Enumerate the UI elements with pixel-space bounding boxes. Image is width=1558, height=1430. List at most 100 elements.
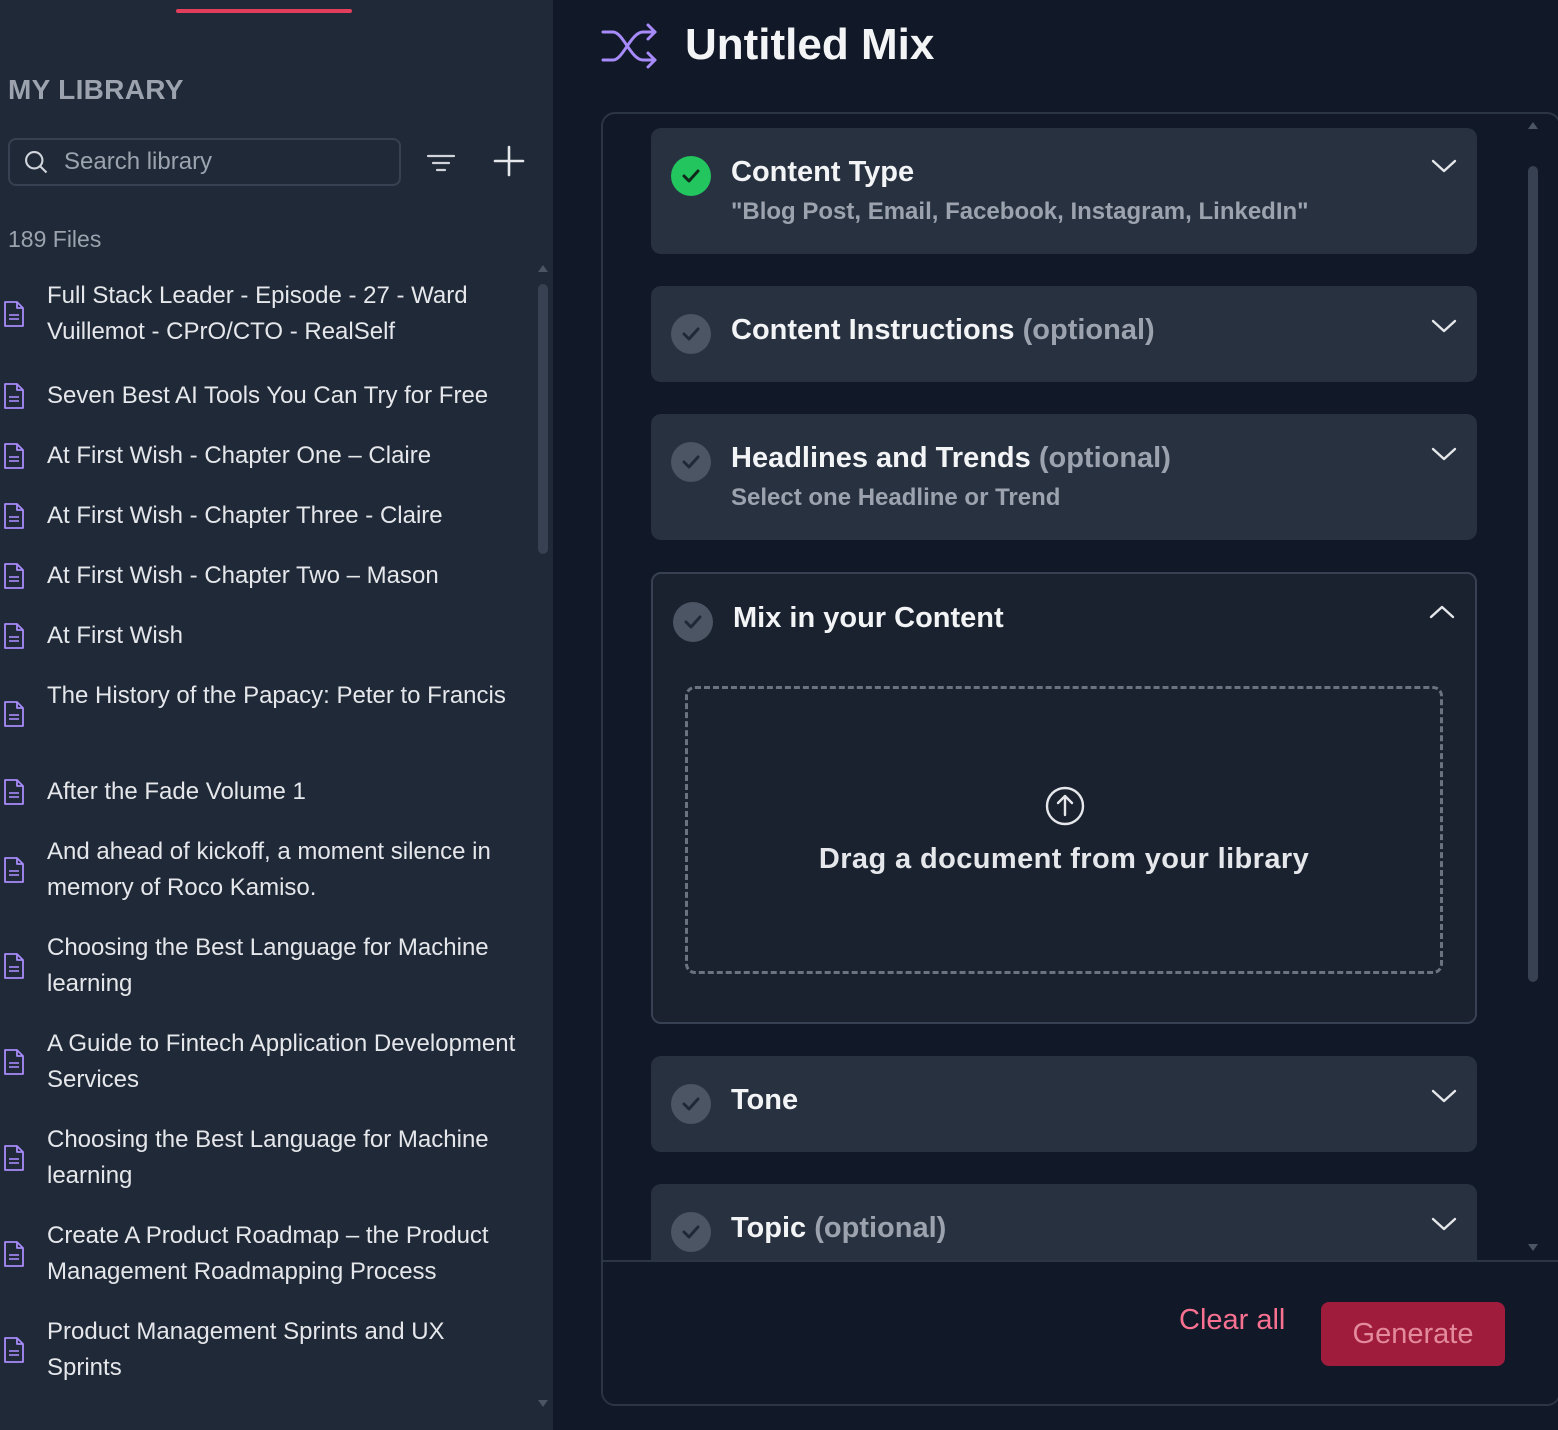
file-count: 189 Files <box>8 226 102 252</box>
file-list-item[interactable]: Create A Product Roadmap – the Product M… <box>0 1218 520 1290</box>
file-list-item[interactable]: At First Wish - Chapter One – Claire <box>0 438 520 474</box>
document-icon <box>4 443 24 469</box>
section-subtitle: Select one Headline or Trend <box>731 484 1061 511</box>
section-title: Mix in your Content <box>733 602 1004 634</box>
pending-check-icon <box>671 314 711 354</box>
chevron-down-icon[interactable] <box>1431 1088 1457 1104</box>
file-name: At First Wish - Chapter One – Claire <box>47 442 432 469</box>
document-icon <box>4 563 24 589</box>
file-name: Product Management Sprints and UX Sprint… <box>47 1318 445 1381</box>
search-box[interactable] <box>8 138 401 186</box>
plus-icon <box>493 145 525 177</box>
document-icon <box>4 953 24 979</box>
add-file-button[interactable] <box>490 142 528 180</box>
section-title: Topic (optional) <box>731 1212 946 1245</box>
file-list-item[interactable]: At First Wish - Chapter Two – Mason <box>0 558 520 594</box>
section-headlines-trends[interactable]: Headlines and Trends (optional) Select o… <box>651 414 1477 540</box>
panel-scroll-up-arrow[interactable] <box>1528 122 1538 129</box>
active-tab-indicator <box>176 9 352 13</box>
chevron-up-icon[interactable] <box>1429 604 1455 620</box>
file-list-item[interactable]: At First Wish <box>0 618 520 654</box>
file-name: After the Fade Volume 1 <box>47 778 306 805</box>
file-name: At First Wish - Chapter Two – Mason <box>47 562 439 589</box>
filter-icon <box>426 154 456 172</box>
file-name: Choosing the Best Language for Machine l… <box>47 1126 489 1189</box>
file-list-item[interactable]: The History of the Papacy: Peter to Fran… <box>0 678 520 750</box>
optional-label: (optional) <box>814 1212 947 1244</box>
file-name: Create A Product Roadmap – the Product M… <box>47 1222 489 1285</box>
file-name: Choosing the Best Language for Machine l… <box>47 934 489 997</box>
section-title-text: Topic <box>731 1212 807 1244</box>
search-input[interactable] <box>64 148 364 176</box>
section-title-text: Content Instructions <box>731 314 1015 346</box>
document-icon <box>4 503 24 529</box>
file-list-item[interactable]: Choosing the Best Language for Machine l… <box>0 930 520 1002</box>
optional-label: (optional) <box>1038 442 1171 474</box>
chevron-down-icon[interactable] <box>1431 318 1457 334</box>
mix-title[interactable]: Untitled Mix <box>685 20 934 70</box>
mix-editor: Untitled Mix Content Type "Blog Post, Em… <box>553 0 1558 1430</box>
pending-check-icon <box>671 442 711 482</box>
search-icon <box>25 151 48 174</box>
file-list-item[interactable]: Choosing the Best Language for Machine l… <box>0 1122 520 1194</box>
clear-all-button[interactable]: Clear all <box>1179 1304 1285 1337</box>
chevron-down-icon[interactable] <box>1431 1216 1457 1232</box>
chevron-down-icon[interactable] <box>1431 446 1457 462</box>
document-dropzone[interactable]: Drag a document from your library <box>685 686 1443 974</box>
document-icon <box>4 383 24 409</box>
document-icon <box>4 1049 24 1075</box>
sidebar-scrollbar-thumb[interactable] <box>538 284 548 554</box>
pending-check-icon <box>671 1084 711 1124</box>
file-name: Full Stack Leader - Episode - 27 - Ward … <box>47 282 468 345</box>
section-title: Headlines and Trends (optional) <box>731 442 1171 475</box>
optional-label: (optional) <box>1022 314 1155 346</box>
document-icon <box>4 301 24 327</box>
chevron-down-icon[interactable] <box>1431 158 1457 174</box>
section-title: Content Type <box>731 156 915 188</box>
section-title: Content Instructions (optional) <box>731 314 1155 347</box>
file-name: The History of the Papacy: Peter to Fran… <box>47 682 506 709</box>
document-icon <box>4 1337 24 1363</box>
file-list-item[interactable]: And ahead of kickoff, a moment silence i… <box>0 834 520 906</box>
section-tone[interactable]: Tone <box>651 1056 1477 1152</box>
section-mix-content: Mix in your Content Drag a document from… <box>651 572 1477 1024</box>
document-icon <box>4 857 24 883</box>
panel-scrollbar-thumb[interactable] <box>1528 166 1538 982</box>
file-list-item[interactable]: After the Fade Volume 1 <box>0 774 520 810</box>
section-title: Tone <box>731 1084 799 1116</box>
file-list-item[interactable]: Product Management Sprints and UX Sprint… <box>0 1314 520 1386</box>
pending-check-icon <box>673 602 713 642</box>
document-icon <box>4 1241 24 1267</box>
section-title-text: Headlines and Trends <box>731 442 1031 474</box>
file-list-item[interactable]: A Guide to Fintech Application Developme… <box>0 1026 520 1098</box>
mix-settings-panel: Content Type "Blog Post, Email, Facebook… <box>601 112 1558 1406</box>
document-icon <box>4 623 24 649</box>
panel-scroll-down-arrow[interactable] <box>1528 1244 1538 1251</box>
scroll-down-arrow[interactable] <box>538 1400 548 1407</box>
section-content-instructions[interactable]: Content Instructions (optional) <box>651 286 1477 382</box>
shuffle-icon <box>601 23 657 69</box>
section-content-type[interactable]: Content Type "Blog Post, Email, Facebook… <box>651 128 1477 254</box>
file-list-item[interactable]: Seven Best AI Tools You Can Try for Free <box>0 378 520 414</box>
file-name: At First Wish - Chapter Three - Claire <box>47 502 443 529</box>
file-name: Seven Best AI Tools You Can Try for Free <box>47 382 489 409</box>
file-name: A Guide to Fintech Application Developme… <box>47 1030 516 1093</box>
file-list-item[interactable]: At First Wish - Chapter Three - Claire <box>0 498 520 534</box>
complete-check-icon <box>671 156 711 196</box>
filter-button[interactable] <box>424 146 458 180</box>
library-sidebar: MY LIBRARY 189 Files Full Stack Leader -… <box>0 0 553 1430</box>
pending-check-icon <box>671 1212 711 1252</box>
library-title: MY LIBRARY <box>8 74 184 105</box>
content-type-value: "Blog Post, Email, Facebook, Instagram, … <box>731 198 1309 225</box>
upload-icon <box>1045 786 1085 826</box>
dropzone-text: Drag a document from your library <box>818 843 1310 875</box>
document-icon <box>4 779 24 805</box>
file-name: At First Wish <box>47 622 183 649</box>
scroll-up-arrow[interactable] <box>538 265 548 272</box>
file-list-item[interactable]: Full Stack Leader - Episode - 27 - Ward … <box>0 278 520 350</box>
generate-button[interactable]: Generate <box>1321 1302 1505 1366</box>
file-name: And ahead of kickoff, a moment silence i… <box>47 838 491 901</box>
document-icon <box>4 1145 24 1171</box>
panel-footer: Clear all Generate <box>603 1260 1558 1404</box>
document-icon <box>4 701 24 727</box>
